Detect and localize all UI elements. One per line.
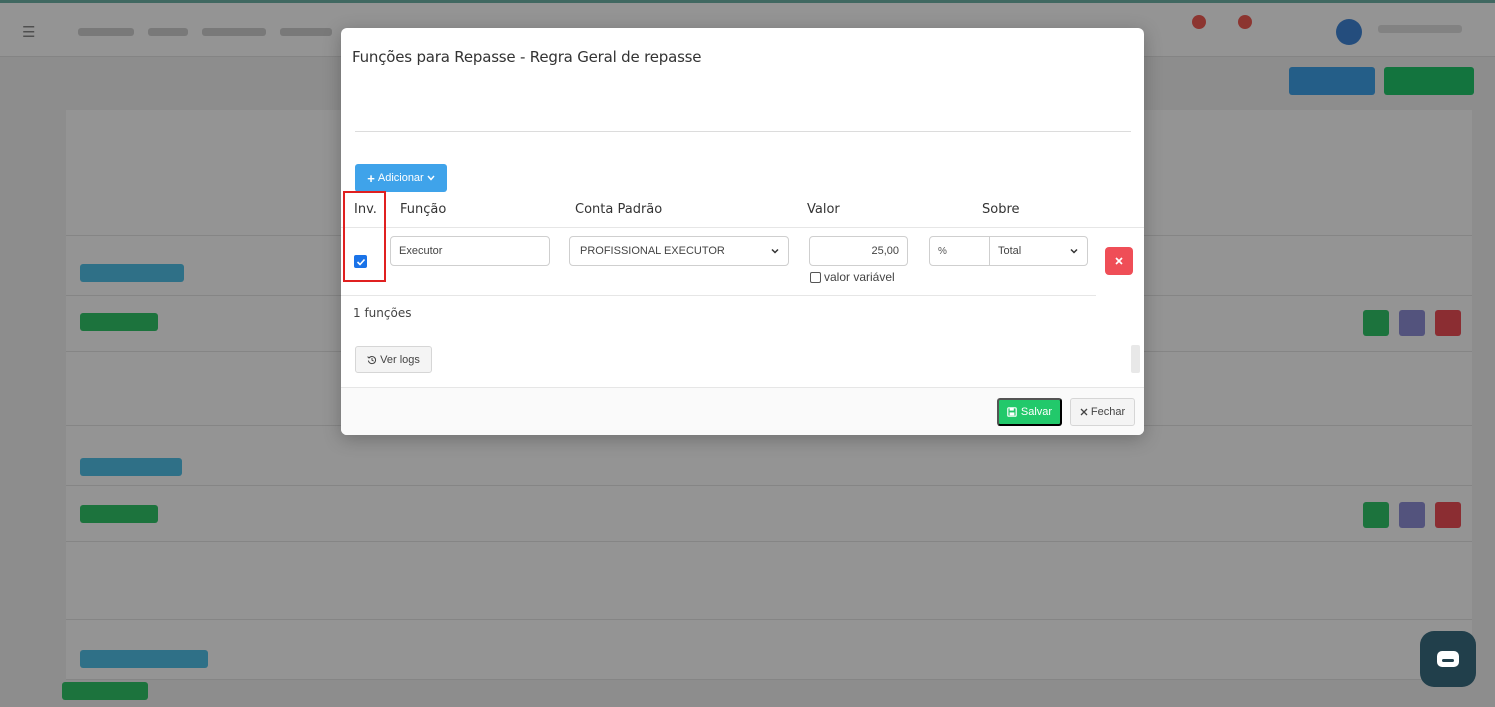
modal-scrollbar-thumb[interactable] (1131, 345, 1140, 373)
close-icon (1080, 408, 1088, 416)
funcao-input[interactable]: Executor (390, 236, 550, 266)
add-button-label: Adicionar (377, 172, 424, 184)
inv-column-highlight-box (343, 191, 386, 282)
sobre-value: Total (998, 245, 1022, 257)
view-logs-button[interactable]: Ver logs (355, 346, 432, 373)
view-logs-label: Ver logs (380, 353, 420, 366)
sobre-select[interactable]: Total (989, 236, 1088, 266)
close-icon (1115, 257, 1123, 265)
delete-row-button[interactable] (1105, 247, 1133, 275)
column-header-valor: Valor (807, 202, 840, 217)
close-button[interactable]: Fechar (1070, 398, 1135, 426)
chevron-down-icon (1070, 248, 1078, 254)
functions-count: 1 funções (353, 306, 412, 320)
inv-checkbox[interactable] (354, 255, 367, 268)
save-icon (1007, 407, 1017, 417)
funcao-input-value: Executor (399, 245, 443, 257)
column-header-sobre: Sobre (982, 202, 1020, 217)
add-function-button[interactable]: + Adicionar (355, 164, 447, 192)
plus-icon: + (367, 170, 375, 186)
conta-padrao-value: PROFISSIONAL EXECUTOR (580, 245, 725, 257)
unit-label: % (938, 245, 947, 257)
chevron-down-icon (427, 174, 435, 183)
table-row-divider (341, 295, 1096, 296)
chat-launcher-button[interactable] (1420, 631, 1476, 687)
valor-variavel-checkbox[interactable]: valor variável (810, 270, 895, 284)
repasse-functions-modal: Funções para Repasse - Regra Geral de re… (341, 28, 1144, 435)
unit-addon: % (929, 236, 991, 266)
table-header-divider (341, 227, 1144, 228)
column-header-conta-padrao: Conta Padrão (575, 202, 663, 217)
valor-variavel-box[interactable] (810, 271, 821, 283)
chat-icon (1437, 651, 1459, 667)
valor-input[interactable]: 25,00 (809, 236, 908, 266)
chevron-down-icon (771, 248, 779, 254)
history-icon (367, 355, 377, 364)
valor-input-value: 25,00 (871, 245, 899, 257)
save-button-label: Salvar (1020, 406, 1053, 418)
column-header-funcao: Função (400, 202, 447, 217)
conta-padrao-select[interactable]: PROFISSIONAL EXECUTOR (569, 236, 789, 266)
save-button[interactable]: Salvar (997, 398, 1062, 426)
modal-title: Funções para Repasse - Regra Geral de re… (352, 48, 702, 66)
close-button-label: Fechar (1090, 406, 1126, 418)
check-icon (356, 258, 365, 266)
valor-variavel-label: valor variável (824, 270, 895, 284)
modal-divider (355, 131, 1131, 132)
